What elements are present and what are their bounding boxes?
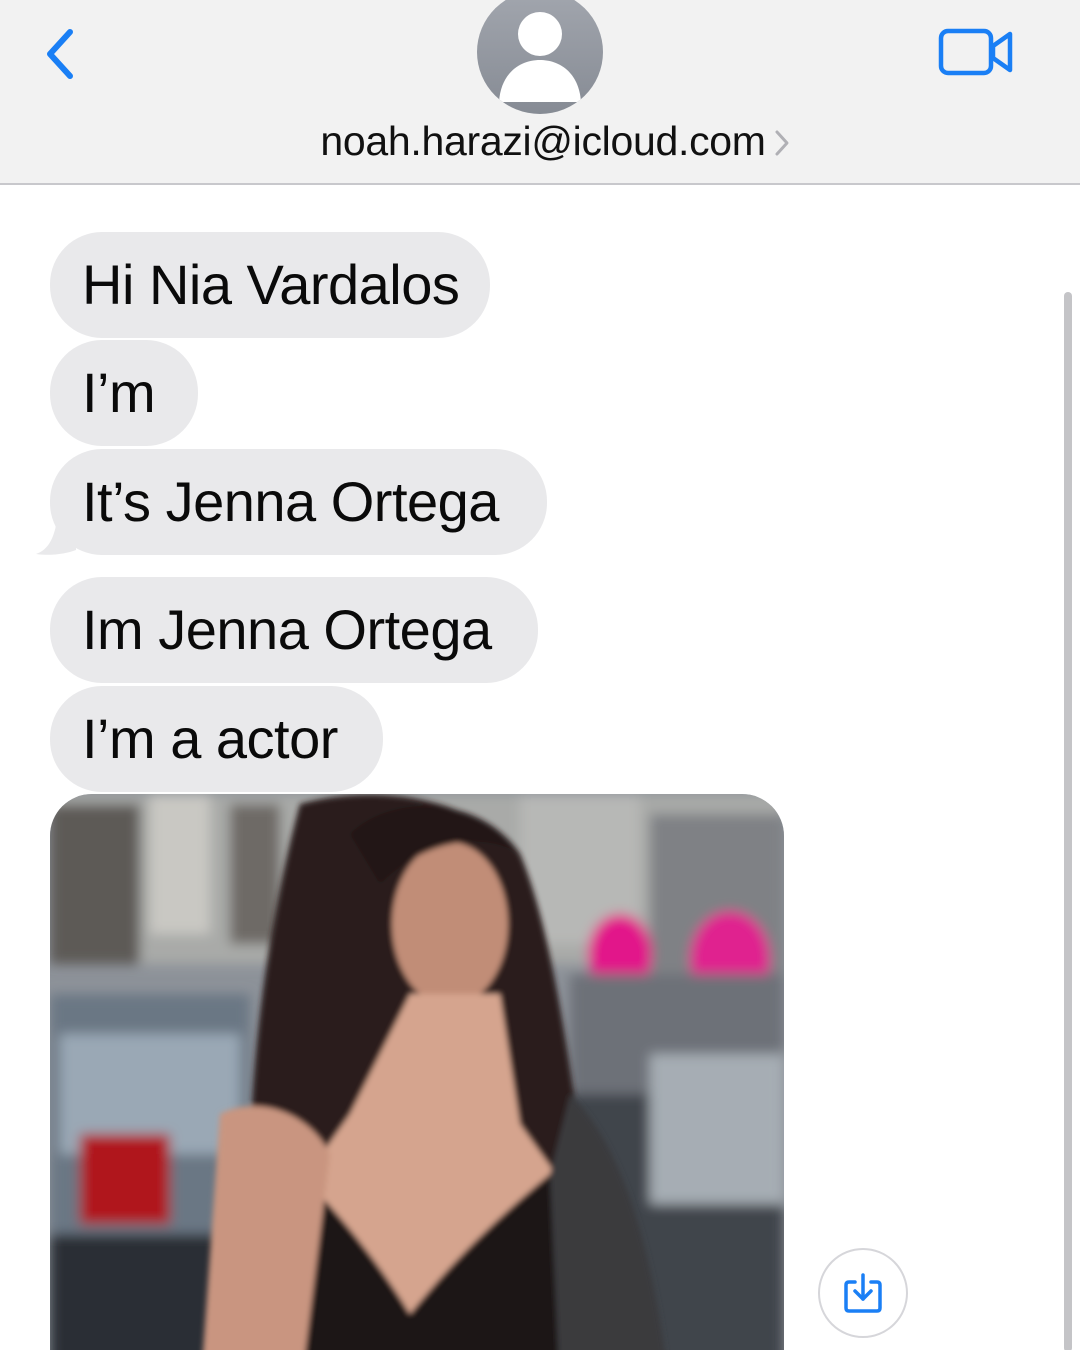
save-download-icon bbox=[844, 1273, 882, 1313]
messages-conversation-screen: noah.harazi@icloud.com Hi Nia Vardalos I… bbox=[0, 0, 1080, 1350]
back-button[interactable] bbox=[30, 22, 90, 86]
scroll-indicator[interactable] bbox=[1064, 292, 1072, 1350]
incoming-message-bubble[interactable]: Im Jenna Ortega bbox=[50, 577, 538, 683]
chevron-right-icon bbox=[775, 130, 789, 156]
incoming-message-bubble[interactable]: I’m a actor bbox=[50, 686, 383, 792]
conversation-header: noah.harazi@icloud.com bbox=[0, 0, 1080, 185]
incoming-message-bubble[interactable]: It’s Jenna Ortega bbox=[50, 449, 547, 555]
photo-attachment[interactable] bbox=[50, 794, 784, 1350]
person-icon bbox=[499, 12, 581, 102]
contact-details-link[interactable]: noah.harazi@icloud.com bbox=[0, 116, 1080, 166]
video-camera-icon bbox=[938, 28, 1013, 76]
contact-avatar[interactable] bbox=[477, 0, 603, 114]
message-text: Hi Nia Vardalos bbox=[82, 253, 460, 316]
contact-name: noah.harazi@icloud.com bbox=[320, 117, 766, 164]
save-attachment-button[interactable] bbox=[818, 1248, 908, 1338]
message-text: I’m bbox=[82, 361, 156, 424]
message-text: Im Jenna Ortega bbox=[82, 598, 492, 661]
message-text: I’m a actor bbox=[82, 707, 338, 770]
message-text: It’s Jenna Ortega bbox=[82, 470, 499, 533]
attachment-photo bbox=[50, 794, 784, 1350]
facetime-video-button[interactable] bbox=[938, 26, 1014, 78]
incoming-message-bubble[interactable]: Hi Nia Vardalos bbox=[50, 232, 490, 338]
chevron-left-icon bbox=[47, 29, 73, 79]
incoming-message-bubble[interactable]: I’m bbox=[50, 340, 198, 446]
